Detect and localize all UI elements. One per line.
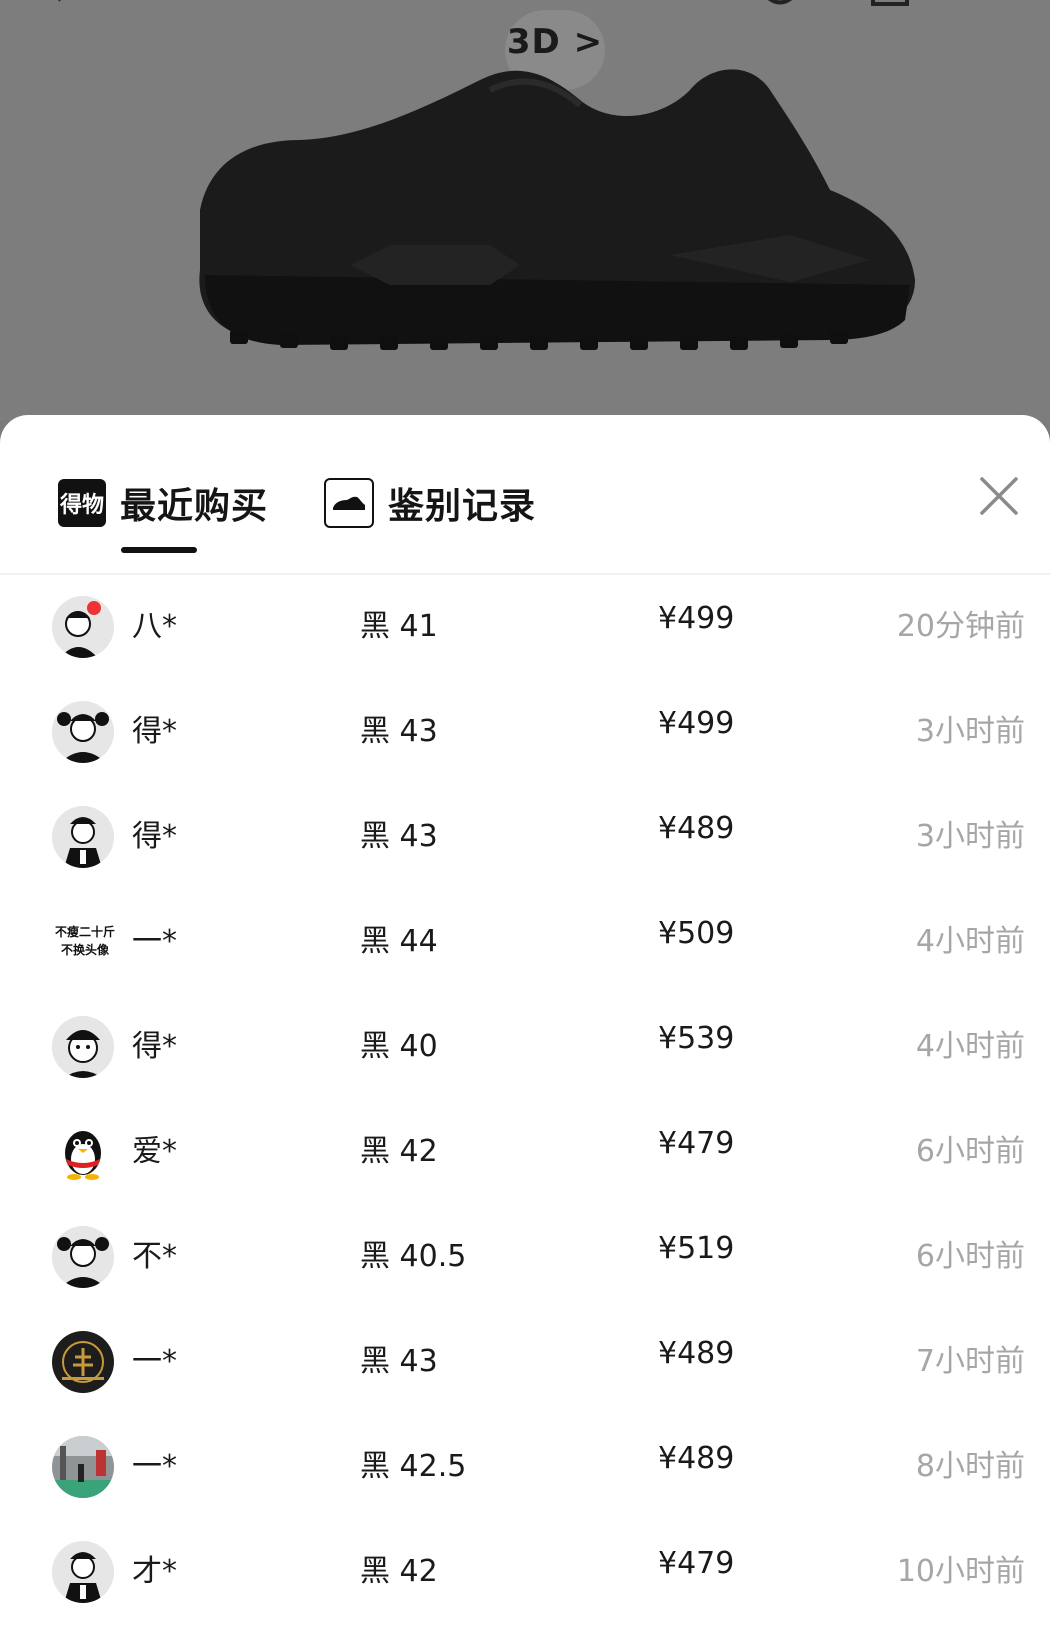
avatar xyxy=(52,1226,114,1288)
price: ¥499 xyxy=(658,706,735,741)
tab-bar: 得物 最近购买 鉴别记录 xyxy=(0,415,1050,575)
size-color: 黑 42.5 xyxy=(360,1449,467,1484)
size-color: 黑 40 xyxy=(360,1029,438,1064)
purchase-time: 4小时前 xyxy=(915,924,1025,959)
price: ¥489 xyxy=(658,1441,735,1476)
avatar xyxy=(52,806,114,868)
active-tab-indicator xyxy=(121,547,197,553)
list-item[interactable]: 得* 黑 43 ¥499 3小时前 xyxy=(0,680,1050,785)
size-color: 黑 43 xyxy=(360,819,438,854)
avatar xyxy=(52,1436,114,1498)
buyer-name: 得* xyxy=(132,714,177,749)
avatar xyxy=(52,1121,114,1183)
tab-label: 最近购买 xyxy=(120,486,269,527)
avatar xyxy=(52,1541,114,1603)
purchase-time: 6小时前 xyxy=(915,1239,1025,1274)
price: ¥519 xyxy=(658,1231,735,1266)
buyer-name: 爱* xyxy=(132,1134,177,1169)
buyer-name: 一* xyxy=(132,1449,177,1484)
tab-label: 鉴别记录 xyxy=(388,486,537,527)
dewu-logo-icon: 得物 xyxy=(58,479,106,527)
list-item[interactable]: 得* 黑 40 ¥539 4小时前 xyxy=(0,995,1050,1100)
sneaker-icon xyxy=(324,478,374,528)
tab-authentication-records[interactable]: 鉴别记录 xyxy=(324,471,536,535)
avatar xyxy=(52,1331,114,1393)
buyer-name: 一* xyxy=(132,1344,177,1379)
buyer-name: 不* xyxy=(132,1239,177,1274)
list-item[interactable]: 不瘦二十斤 不换头像 一* 黑 44 ¥509 4小时前 xyxy=(0,890,1050,995)
purchase-time: 6小时前 xyxy=(915,1134,1025,1169)
price: ¥489 xyxy=(658,1336,735,1371)
buyer-name: 八* xyxy=(132,609,177,644)
list-item[interactable]: 才* 黑 42 ¥479 10小时前 xyxy=(0,1520,1050,1625)
avatar xyxy=(52,1016,114,1078)
list-item[interactable]: 得* 黑 43 ¥489 3小时前 xyxy=(0,785,1050,890)
price: ¥489 xyxy=(658,811,735,846)
purchase-records-sheet: 得物 最近购买 鉴别记录 八* 黑 41 ¥499 20分钟前 得* 黑 43 … xyxy=(0,415,1050,1638)
buyer-name: 得* xyxy=(132,1029,177,1064)
close-icon[interactable] xyxy=(976,473,1022,519)
buyer-name: 才* xyxy=(132,1554,177,1589)
size-color: 黑 43 xyxy=(360,1344,438,1379)
back-icon[interactable] xyxy=(40,0,80,10)
buyer-name: 得* xyxy=(132,819,177,854)
buyer-name: 一* xyxy=(132,924,177,959)
purchase-time: 10小时前 xyxy=(896,1554,1025,1589)
list-item[interactable]: 八* 黑 41 ¥499 20分钟前 xyxy=(0,575,1050,680)
share-icon[interactable] xyxy=(760,0,800,10)
avatar xyxy=(52,596,114,658)
purchase-time: 7小时前 xyxy=(915,1344,1025,1379)
list-item[interactable]: 爱* 黑 42 ¥479 6小时前 xyxy=(0,1100,1050,1205)
purchase-time: 4小时前 xyxy=(915,1029,1025,1064)
price: ¥479 xyxy=(658,1126,735,1161)
cart-icon[interactable] xyxy=(870,0,910,10)
product-hero: 3D > xyxy=(0,0,1050,420)
size-color: 黑 41 xyxy=(360,609,438,644)
price: ¥479 xyxy=(658,1546,735,1581)
purchase-time: 3小时前 xyxy=(915,819,1025,854)
list-item[interactable]: 一* 黑 43 ¥489 7小时前 xyxy=(0,1310,1050,1415)
price: ¥539 xyxy=(658,1021,735,1056)
avatar-text-image: 不瘦二十斤 不换头像 xyxy=(54,925,115,957)
size-color: 黑 42 xyxy=(360,1134,438,1169)
price: ¥509 xyxy=(658,916,735,951)
sneaker-product-image[interactable] xyxy=(190,20,920,360)
size-color: 黑 42 xyxy=(360,1554,438,1589)
list-item[interactable]: 一* 黑 42.5 ¥489 8小时前 xyxy=(0,1415,1050,1520)
avatar xyxy=(52,701,114,763)
purchase-time: 3小时前 xyxy=(915,714,1025,749)
size-color: 黑 40.5 xyxy=(360,1239,467,1274)
price: ¥499 xyxy=(658,601,735,636)
size-color: 黑 44 xyxy=(360,924,438,959)
purchase-time: 8小时前 xyxy=(915,1449,1025,1484)
size-color: 黑 43 xyxy=(360,714,438,749)
list-item[interactable]: 不* 黑 40.5 ¥519 6小时前 xyxy=(0,1205,1050,1310)
tab-recent-purchases[interactable]: 得物 最近购买 xyxy=(58,471,268,535)
purchase-time: 20分钟前 xyxy=(896,609,1025,644)
